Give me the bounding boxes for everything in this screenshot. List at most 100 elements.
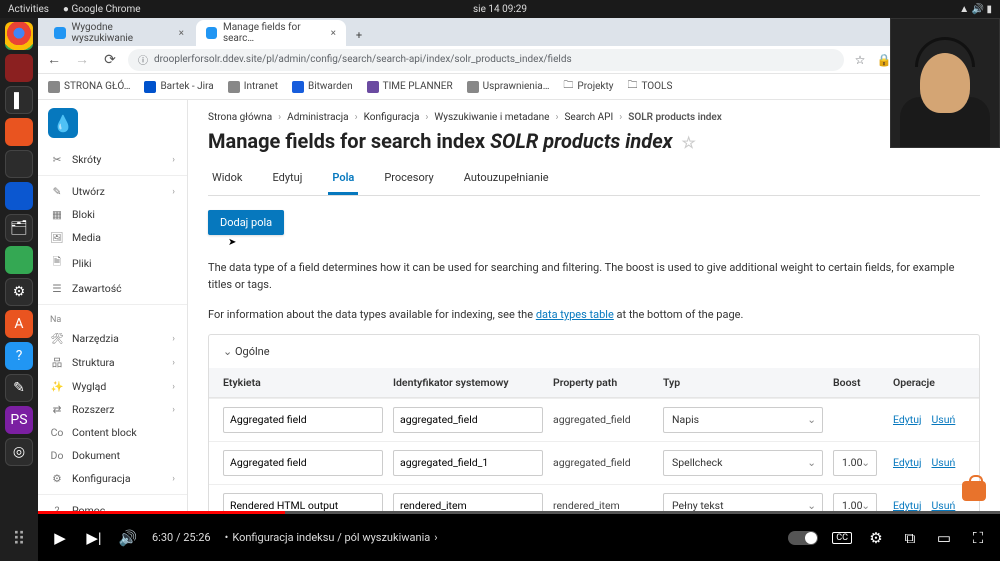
field-id-input[interactable] (393, 407, 543, 433)
new-tab-button[interactable]: + (348, 24, 370, 46)
back-button[interactable]: ← (44, 50, 64, 70)
field-id-input[interactable] (393, 493, 543, 512)
bookmark[interactable]: Bartek - Jira (144, 81, 213, 93)
settings-button[interactable]: ⚙ (866, 528, 886, 548)
add-fields-button[interactable]: Dodaj pola (208, 210, 284, 235)
sidebar-item[interactable]: ⇄Rozszerz› (38, 398, 187, 421)
sidebar-item[interactable]: ✨Wygląd› (38, 375, 187, 398)
bookmark-folder[interactable]: 🗀Projekty (563, 78, 613, 95)
edit-link[interactable]: Edytuj (893, 499, 922, 511)
sidebar-item[interactable]: 🖼Media (38, 226, 187, 249)
field-id-input[interactable] (393, 450, 543, 476)
sidebar-item[interactable]: CoContent block (38, 421, 187, 444)
sidebar-item[interactable]: ▦Bloki (38, 203, 187, 226)
reload-button[interactable]: ⟳ (100, 50, 120, 70)
sidebar-item[interactable]: 🛠Narzędzia› (38, 327, 187, 350)
theater-button[interactable]: ▭ (934, 528, 954, 548)
dock-app-icon[interactable]: ⚙ (5, 278, 33, 306)
fullscreen-button[interactable]: ⛶ (968, 528, 988, 548)
chevron-right-icon: › (172, 382, 175, 392)
bookmark[interactable]: Usprawnienia… (467, 81, 550, 93)
dock-chrome-icon[interactable] (5, 22, 33, 50)
bookmark[interactable]: Intranet (228, 81, 278, 93)
dock-software-icon[interactable]: A (5, 310, 33, 338)
sidebar-item[interactable]: DoDokument (38, 444, 187, 467)
boost-select[interactable]: 1.00 (833, 493, 877, 512)
forward-button[interactable]: → (72, 50, 92, 70)
sidebar-icon: ▦ (50, 208, 64, 221)
field-label-input[interactable] (223, 450, 383, 476)
close-icon[interactable]: × (179, 28, 184, 39)
miniplayer-button[interactable]: ⧉ (900, 528, 920, 548)
dock-app-icon[interactable] (5, 150, 33, 178)
tab-procesory[interactable]: Procesory (380, 163, 437, 195)
play-button[interactable]: ▶ (50, 528, 70, 548)
dock-phpstorm-icon[interactable]: PS (5, 406, 33, 434)
site-info-icon[interactable]: ⓘ (138, 52, 148, 67)
sidebar-item[interactable]: ☰Zawartość (38, 277, 187, 300)
bookmark[interactable]: TIME PLANNER (367, 81, 453, 93)
field-label-input[interactable] (223, 493, 383, 512)
sidebar-label: Narzędzia (72, 332, 119, 345)
close-icon[interactable]: × (331, 28, 336, 39)
tabstrip: Wygodne wyszukiwanie × Manage fields for… (38, 18, 1000, 46)
dock-app-icon[interactable]: ✎ (5, 374, 33, 402)
breadcrumb-item[interactable]: Strona główna (208, 112, 272, 123)
bookmark[interactable]: Bitwarden (292, 81, 353, 93)
sidebar-item[interactable]: ✂Skróty› (38, 148, 187, 171)
boost-select[interactable]: 1.00 (833, 450, 877, 476)
activities-label[interactable]: Activities (8, 4, 49, 15)
progress-bar[interactable] (38, 511, 1000, 514)
dock-obs-icon[interactable]: ◎ (5, 438, 33, 466)
tab-edytuj[interactable]: Edytuj (269, 163, 307, 195)
tab-pola[interactable]: Pola (328, 163, 358, 195)
breadcrumb-item[interactable]: Konfiguracja (364, 112, 420, 123)
browser-tab-active[interactable]: Manage fields for searc… × (196, 20, 346, 46)
autoplay-toggle[interactable] (788, 531, 818, 545)
sidebar-item[interactable]: 🗎Pliki (38, 249, 187, 277)
breadcrumb-item[interactable]: Administracja (287, 112, 348, 123)
edit-link[interactable]: Edytuj (893, 413, 922, 426)
dock-files-icon[interactable]: 🗂 (5, 214, 33, 242)
tab-autouzupełnianie[interactable]: Autouzupełnianie (460, 163, 553, 195)
data-types-link[interactable]: data types table (536, 308, 614, 321)
captions-button[interactable]: CC (832, 532, 852, 544)
tray-icons[interactable]: ▲ 🔊 ▮ (959, 4, 992, 15)
dock-terminal-icon[interactable]: ▌ (5, 86, 33, 114)
star-icon[interactable]: ☆ (852, 52, 868, 68)
sidebar-item[interactable]: ✎Utwórz› (38, 180, 187, 203)
chrome-indicator[interactable]: ● Google Chrome (63, 4, 141, 15)
sidebar-item[interactable]: ?Pomoc (38, 499, 187, 511)
edit-link[interactable]: Edytuj (893, 456, 922, 469)
remove-link[interactable]: Usuń (932, 413, 956, 426)
remove-link[interactable]: Usuń (932, 456, 956, 469)
dock-app-icon[interactable] (5, 182, 33, 210)
field-label-input[interactable] (223, 407, 383, 433)
next-button[interactable]: ▶| (84, 528, 104, 548)
type-select[interactable]: Spellcheck (663, 450, 823, 476)
browser-tab[interactable]: Wygodne wyszukiwanie × (44, 20, 194, 46)
dock-app-icon[interactable] (5, 246, 33, 274)
chapter-title[interactable]: • Konfiguracja indeksu / pól wyszukiwani… (225, 531, 438, 544)
promo-tv-icon[interactable] (962, 481, 986, 501)
table-row: aggregated_field Spellcheck 1.00 Edytuj … (209, 441, 979, 484)
dock-app-icon[interactable] (5, 118, 33, 146)
breadcrumb-item[interactable]: Search API (564, 112, 613, 123)
tab-widok[interactable]: Widok (208, 163, 247, 195)
fieldset-toggle[interactable]: Ogólne (209, 335, 979, 368)
address-bar[interactable]: ⓘ drooplerforsolr.ddev.site/pl/admin/con… (128, 49, 844, 71)
drupal-logo-icon[interactable]: 💧 (48, 108, 78, 138)
breadcrumb-item[interactable]: Wyszukiwanie i metadane (434, 112, 549, 123)
dock-apps-grid-icon[interactable]: ⠿ (5, 525, 33, 553)
sidebar-item[interactable]: 品Struktura› (38, 350, 187, 375)
volume-button[interactable]: 🔊 (118, 528, 138, 548)
bookmark[interactable]: STRONA GŁÓ… (48, 81, 130, 93)
sidebar-item[interactable]: ⚙Konfiguracja› (38, 467, 187, 490)
dock-help-icon[interactable]: ? (5, 342, 33, 370)
type-select[interactable]: Pełny tekst (663, 493, 823, 512)
remove-link[interactable]: Usuń (932, 499, 956, 511)
bookmark-folder[interactable]: 🗀TOOLS (627, 78, 672, 95)
favorite-star-icon[interactable]: ☆ (682, 133, 696, 152)
type-select[interactable]: Napis (663, 407, 823, 433)
dock-app-icon[interactable] (5, 54, 33, 82)
